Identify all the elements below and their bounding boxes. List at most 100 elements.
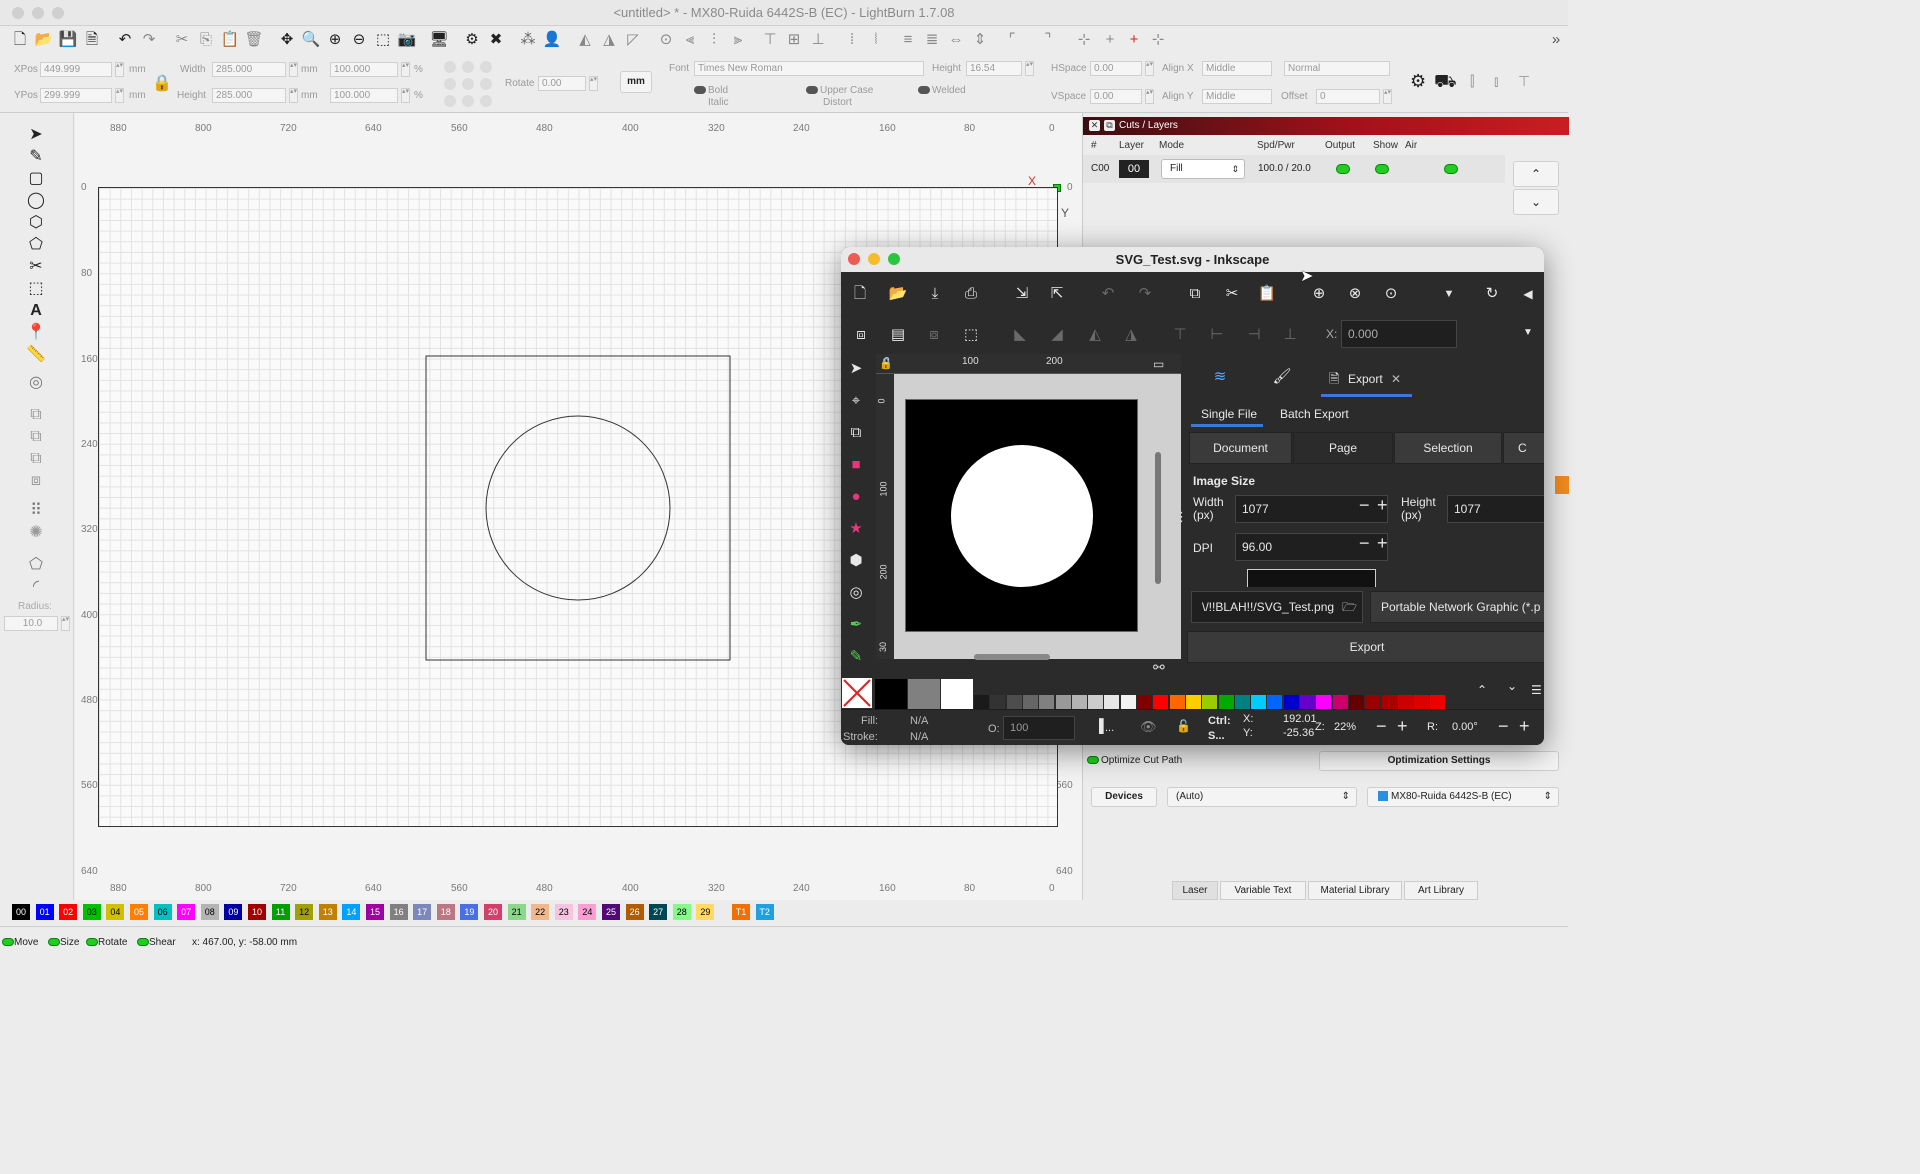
cut-shapes-icon[interactable]: ✂ [26,257,46,277]
hspace-spinner[interactable]: ▴▾ [1145,61,1154,76]
dpi-increment-button[interactable]: + [1377,533,1388,554]
redo-icon[interactable]: ↷ [139,30,159,50]
palette-swatch-16[interactable]: 16 [389,904,408,920]
pencil-tool-icon[interactable]: ✎ [845,646,867,668]
touch-select-icon[interactable]: ⬚ [960,324,982,346]
rect-tool-icon[interactable]: ■ [845,454,867,476]
shape-builder-icon[interactable]: ⧉ [845,422,867,444]
align-right-icon[interactable]: ⫸ [728,30,748,50]
height-percent-field[interactable]: 100.000 [330,88,398,103]
xpos-field[interactable]: 449.999 [40,62,112,77]
optimize-cut-path-checkbox[interactable]: Optimize Cut Path [1087,755,1182,766]
new-file-icon[interactable]: 🗋 [10,30,30,50]
horizontal-scrollbar[interactable] [974,654,1050,660]
palette-swatch-17[interactable]: 17 [413,904,432,920]
zoom-in-icon[interactable]: ⊕ [325,30,345,50]
fill-stroke-tab-icon[interactable]: 🖌 [1271,366,1293,388]
inkscape-redo-icon[interactable]: ↷ [1134,283,1156,305]
font-height-spinner[interactable]: ▴▾ [1025,61,1034,76]
measure-tool-icon[interactable]: 📏 [26,345,46,365]
flip-h-icon[interactable]: ◭ [1084,324,1106,346]
weld-icon[interactable]: ⧉ [26,405,46,425]
font-height-field[interactable]: 16.54 [966,61,1022,76]
palette-swatch-07[interactable]: 07 [177,904,196,920]
rotation-value[interactable]: 0.00° [1452,721,1478,733]
corner-tool-icon[interactable]: ⬠ [26,555,46,575]
group-icon[interactable]: ⁂ [518,30,538,50]
export-button[interactable]: Export [1187,631,1544,663]
more-chevron-icon[interactable]: » [1546,30,1566,50]
inkscape-minimize-button[interactable] [868,253,880,265]
radius-spinner[interactable]: ▴▾ [61,616,70,631]
palette-menu-icon[interactable]: ☰ [1531,683,1542,697]
inkscape-close-button[interactable] [848,253,860,265]
ink-swatch[interactable] [1332,695,1348,709]
xpos-spinner[interactable]: ▴▾ [115,62,124,77]
palette-swatch-00[interactable]: 00 [12,904,30,920]
width-spinner[interactable]: ▴▾ [289,62,298,77]
ink-swatch[interactable] [1218,695,1234,709]
radius-field[interactable]: 10.0 [4,616,58,631]
opacity-field[interactable]: 100 [1003,716,1075,740]
export-icon[interactable]: ⇱ [1046,283,1068,305]
palette-swatch-06[interactable]: 06 [153,904,172,920]
red-center-icon[interactable]: + [1124,30,1144,50]
lock-guides-icon[interactable]: 🔒 [879,357,893,370]
vspace-field[interactable]: 0.00 [1090,89,1142,104]
ypos-field[interactable]: 299.999 [40,88,112,103]
polygon-tool-icon[interactable]: ⬡ [26,213,46,233]
offset-shapes-icon[interactable]: ◎ [26,373,46,393]
camera-icon[interactable]: 📷 [397,30,417,50]
machine-settings-icon[interactable]: ⚙ [1410,71,1426,92]
layer-visibility-icon[interactable]: 👁 [1140,719,1157,735]
text-tool-icon[interactable]: A [26,301,46,321]
grid-center-icon[interactable]: ⊹ [1148,30,1168,50]
laser-machine-icon[interactable]: ⛟ [1434,71,1457,95]
vspace-spinner[interactable]: ▴▾ [1145,89,1154,104]
layer-row[interactable]: C00 00 Fill ⇕ 100.0 / 20.0 [1083,155,1505,183]
rotate-ccw-icon[interactable]: ◣ [1009,324,1031,346]
devices-button[interactable]: Devices [1091,787,1157,807]
offset-spinner[interactable]: ▴▾ [1383,89,1392,104]
palette-swatch-12[interactable]: 12 [295,904,314,920]
zoom-frame-icon[interactable]: ⬚ [373,30,393,50]
palette-swatch-13[interactable]: 13 [318,904,337,920]
export-filename-field[interactable]: \/!!BLAH!!/SVG_Test.png 🗁 [1191,591,1363,623]
zoom-window-button[interactable] [52,7,64,19]
export-area-selection-button[interactable]: Selection [1394,432,1502,464]
zoom-out-icon[interactable]: ⊖ [349,30,369,50]
undo-icon[interactable]: ↶ [115,30,135,50]
palette-scroll-up-icon[interactable]: ⌃ [1477,683,1487,697]
select-all-icon[interactable]: ⧈ [850,324,872,346]
star-tool-icon[interactable]: ★ [845,518,867,540]
ink-swatch[interactable] [1153,695,1169,709]
monitor-icon[interactable]: 🖥 [429,30,449,50]
palette-swatch-28[interactable]: 28 [672,904,691,920]
zoom-icon[interactable]: 🔍 [301,30,321,50]
ink-swatch[interactable] [908,679,940,709]
ink-swatch[interactable] [1430,695,1446,709]
ink-swatch[interactable] [1185,695,1201,709]
palette-swatch-22[interactable]: 22 [531,904,550,920]
palette-swatch-27[interactable]: 27 [649,904,668,920]
lower-bottom-icon[interactable]: ⊥ [1279,324,1301,346]
ink-swatch[interactable] [990,695,1006,709]
cut-icon[interactable]: ✂ [172,30,192,50]
palette-swatch-02[interactable]: 02 [59,904,78,920]
select-tool-icon[interactable]: ➤ [26,125,46,145]
palette-swatch-11[interactable]: 11 [271,904,290,920]
palette-swatch-23[interactable]: 23 [554,904,573,920]
show-toggle[interactable] [1375,164,1389,174]
zoom-drawing-icon[interactable]: ⊗ [1344,283,1366,305]
align-tool-2-icon[interactable]: ⫾ [1494,73,1498,90]
corner-tl-icon[interactable]: ⌜ [1002,30,1022,50]
align-top-icon[interactable]: ⊤ [760,30,780,50]
layer-color-swatch[interactable]: 00 [1119,160,1149,178]
palette-swatch-19[interactable]: 19 [460,904,479,920]
mirror-h-icon[interactable]: ◭ [575,30,595,50]
selector-tool-icon[interactable]: ➤ [845,358,867,380]
raise-top-icon[interactable]: ⊤ [1169,324,1191,346]
raise-icon[interactable]: ⊢ [1206,324,1228,346]
save-document-icon[interactable]: ⤓ [924,283,946,305]
palette-swatch-29[interactable]: 29 [696,904,715,920]
